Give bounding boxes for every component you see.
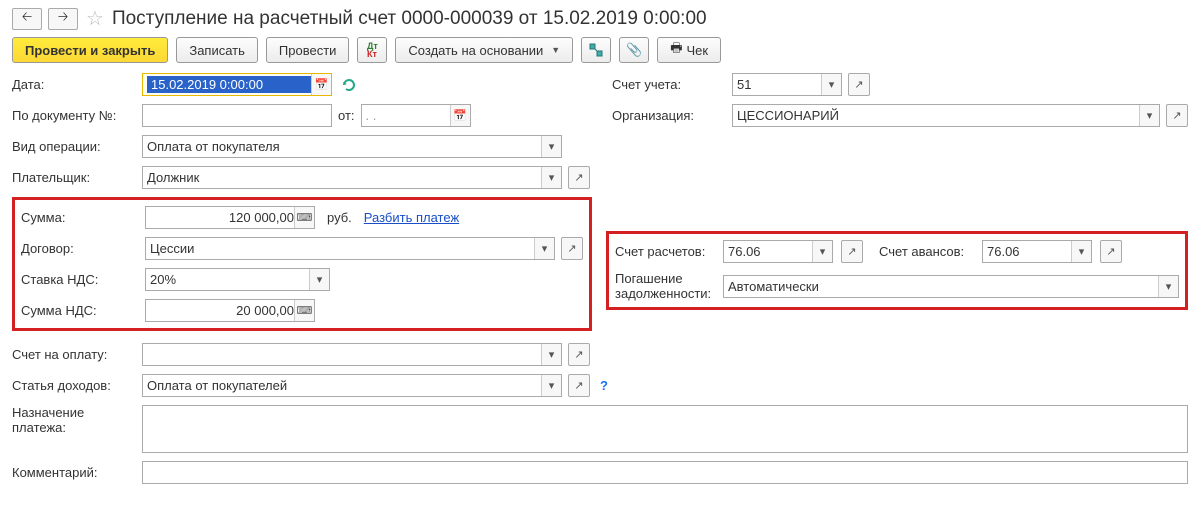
calendar-icon[interactable]: 📅 [311,74,331,95]
post-and-close-button[interactable]: Провести и закрыть [12,37,168,63]
currency-label: руб. [327,210,352,225]
income-value: Оплата от покупателей [147,378,541,393]
sum-input[interactable]: 120 000,00 ⌨ [145,206,315,229]
chevron-down-icon[interactable]: ▾ [1139,105,1159,126]
check-label: Чек [687,43,709,58]
create-based-label: Создать на основании [408,43,543,58]
account-input[interactable]: 51 ▾ [732,73,842,96]
sum-value: 120 000,00 [150,210,294,225]
relations-button[interactable] [581,37,611,63]
open-invoice-button[interactable]: ↗ [568,343,590,366]
contract-value: Цессии [150,241,534,256]
attachments-button[interactable]: 📎 [619,37,649,63]
save-button[interactable]: Записать [176,37,258,63]
sum-label: Сумма: [21,210,125,225]
contract-label: Договор: [21,241,125,256]
from-label: от: [338,108,355,123]
vatrate-input[interactable]: 20% ▾ [145,268,330,291]
organization-value: ЦЕССИОНАРИЙ [737,108,1139,123]
invoice-input[interactable]: ▾ [142,343,562,366]
relations-icon [589,43,603,57]
account-label: Счет учета: [612,77,712,92]
advance-account-input[interactable]: 76.06 ▾ [982,240,1092,263]
open-advance-account-button[interactable]: ↗ [1100,240,1122,263]
advance-account-value: 76.06 [987,244,1071,259]
from-date-input[interactable]: . . 📅 [361,104,471,127]
payer-input[interactable]: Должник ▾ [142,166,562,189]
purpose-textarea[interactable] [142,405,1188,453]
open-account-button[interactable]: ↗ [848,73,870,96]
help-icon[interactable]: ? [600,378,608,393]
vatrate-value: 20% [150,272,309,287]
optype-input[interactable]: Оплата от покупателя ▾ [142,135,562,158]
chevron-down-icon[interactable]: ▾ [821,74,841,95]
open-payer-button[interactable]: ↗ [568,166,590,189]
nav-forward-button[interactable]: 🡢 [48,8,78,30]
optype-value: Оплата от покупателя [147,139,541,154]
vatsum-input[interactable]: 20 000,00 ⌨ [145,299,315,322]
income-label: Статья доходов: [12,378,122,393]
create-based-button[interactable]: Создать на основании ▼ [395,37,573,63]
organization-label: Организация: [612,108,712,123]
open-calc-account-button[interactable]: ↗ [841,240,863,263]
split-payment-link[interactable]: Разбить платеж [364,210,459,225]
chevron-down-icon[interactable]: ▾ [541,344,561,365]
vatsum-label: Сумма НДС: [21,303,125,318]
account-value: 51 [737,77,821,92]
contract-input[interactable]: Цессии ▾ [145,237,555,260]
chevron-down-icon[interactable]: ▾ [1071,241,1091,262]
calc-account-value: 76.06 [728,244,812,259]
vatrate-label: Ставка НДС: [21,272,125,287]
open-organization-button[interactable]: ↗ [1166,104,1188,127]
comment-label: Комментарий: [12,465,122,480]
debt-repay-input[interactable]: Автоматически ▾ [723,275,1179,298]
invoice-label: Счет на оплату: [12,347,122,362]
nav-back-button[interactable]: 🡠 [12,8,42,30]
advance-account-label: Счет авансов: [879,244,974,259]
docno-label: По документу №: [12,108,122,123]
open-contract-button[interactable]: ↗ [561,237,583,260]
debt-repay-label: Погашение задолженности: [615,271,715,301]
comment-input[interactable] [142,461,1188,484]
debt-repay-value: Автоматически [728,279,1158,294]
payer-value: Должник [147,170,541,185]
organization-input[interactable]: ЦЕССИОНАРИЙ ▾ [732,104,1160,127]
calendar-icon[interactable]: 📅 [450,105,470,126]
check-button[interactable]: 🖶 Чек [657,37,721,63]
calc-account-input[interactable]: 76.06 ▾ [723,240,833,263]
chevron-down-icon[interactable]: ▾ [541,136,561,157]
calculator-icon[interactable]: ⌨ [294,300,314,321]
paperclip-icon: 📎 [626,42,642,58]
vatsum-value: 20 000,00 [150,303,294,318]
date-value: 15.02.2019 0:00:00 [147,76,311,93]
calc-account-label: Счет расчетов: [615,244,715,259]
date-input[interactable]: 15.02.2019 0:00:00 📅 [142,73,332,96]
chevron-down-icon: ▼ [551,45,560,55]
dt-kt-button[interactable]: ДтКт [357,37,387,63]
from-placeholder: . . [366,108,450,123]
calculator-icon[interactable]: ⌨ [294,207,314,228]
favorite-icon[interactable]: ☆ [86,6,104,31]
refresh-icon[interactable] [338,73,360,96]
chevron-down-icon[interactable]: ▾ [541,375,561,396]
payer-label: Плательщик: [12,170,122,185]
chevron-down-icon[interactable]: ▾ [1158,276,1178,297]
printer-icon: 🖶 [670,39,682,61]
chevron-down-icon[interactable]: ▾ [812,241,832,262]
purpose-label: Назначение платежа: [12,405,122,435]
docno-input[interactable] [142,104,332,127]
page-title: Поступление на расчетный счет 0000-00003… [112,8,707,30]
chevron-down-icon[interactable]: ▾ [309,269,329,290]
open-income-button[interactable]: ↗ [568,374,590,397]
chevron-down-icon[interactable]: ▾ [534,238,554,259]
income-input[interactable]: Оплата от покупателей ▾ [142,374,562,397]
chevron-down-icon[interactable]: ▾ [541,167,561,188]
optype-label: Вид операции: [12,139,122,154]
date-label: Дата: [12,77,122,92]
dt-kt-icon: ДтКт [367,42,378,58]
post-button[interactable]: Провести [266,37,350,63]
